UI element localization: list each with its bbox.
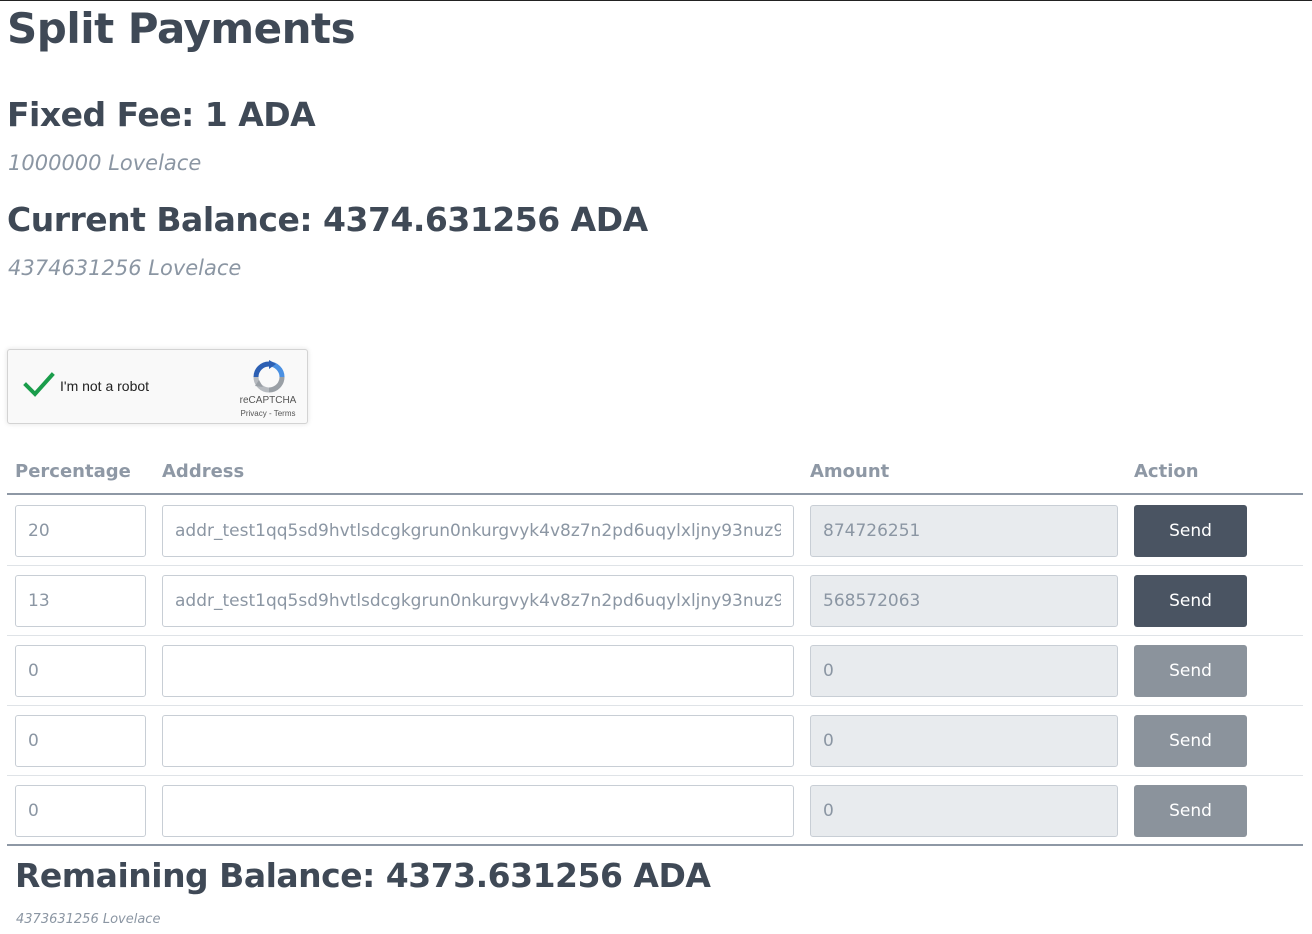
header-percentage: Percentage (15, 461, 131, 482)
amount-field (810, 575, 1118, 627)
current-balance-heading: Current Balance: 4374.631256 ADA (7, 200, 648, 239)
address-input[interactable] (162, 505, 794, 557)
percentage-input[interactable] (15, 645, 146, 697)
percentage-input[interactable] (15, 575, 146, 627)
header-address: Address (162, 461, 245, 482)
recaptcha-widget[interactable]: I'm not a robot reCAPTCHA Privacy - Term… (7, 349, 308, 424)
address-input[interactable] (162, 785, 794, 837)
table-row: Send (7, 706, 1303, 776)
table-row: Send (7, 566, 1303, 636)
table-row: Send (7, 636, 1303, 706)
recaptcha-brand: reCAPTCHA (239, 395, 297, 406)
send-button[interactable]: Send (1134, 505, 1247, 557)
address-input[interactable] (162, 645, 794, 697)
percentage-input[interactable] (15, 505, 146, 557)
fixed-fee-heading: Fixed Fee: 1 ADA (7, 95, 316, 134)
percentage-input[interactable] (15, 715, 146, 767)
table-row: Send (7, 776, 1303, 846)
remaining-balance-lovelace: 4373631256 Lovelace (16, 912, 161, 927)
address-input[interactable] (162, 715, 794, 767)
send-button[interactable]: Send (1134, 645, 1247, 697)
header-amount: Amount (810, 461, 890, 482)
send-button[interactable]: Send (1134, 785, 1247, 837)
recaptcha-logo-icon (252, 360, 286, 394)
send-button[interactable]: Send (1134, 715, 1247, 767)
remaining-balance-heading: Remaining Balance: 4373.631256 ADA (15, 856, 711, 895)
fixed-fee-lovelace: 1000000 Lovelace (8, 151, 202, 175)
send-button[interactable]: Send (1134, 575, 1247, 627)
amount-field (810, 715, 1118, 767)
table-header: Percentage Address Amount Action (7, 455, 1303, 495)
page-title: Split Payments (7, 4, 356, 53)
recaptcha-privacy-terms-link[interactable]: Privacy - Terms (228, 409, 308, 418)
amount-field (810, 645, 1118, 697)
amount-field (810, 785, 1118, 837)
address-input[interactable] (162, 575, 794, 627)
table-row: Send (7, 496, 1303, 566)
current-balance-lovelace: 4374631256 Lovelace (8, 256, 242, 280)
percentage-input[interactable] (15, 785, 146, 837)
recaptcha-label: I'm not a robot (60, 378, 150, 394)
checkmark-icon[interactable] (23, 371, 55, 399)
header-action: Action (1134, 461, 1199, 482)
amount-field (810, 505, 1118, 557)
